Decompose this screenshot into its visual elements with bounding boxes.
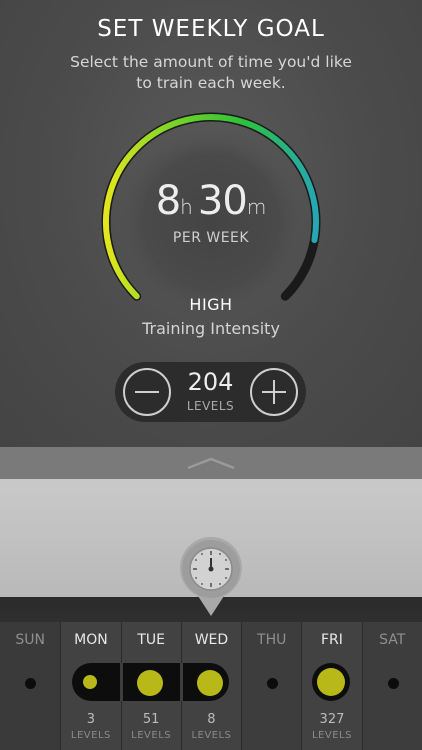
increase-button[interactable] <box>250 368 298 416</box>
goal-minutes-unit: m <box>246 195 267 219</box>
goal-minutes: 30 <box>197 178 248 224</box>
levels-stepper: 204 LEVELS <box>115 362 306 422</box>
day-level-count: 51 <box>142 712 160 727</box>
streak-divider <box>180 663 183 701</box>
day-level-unit: LEVELS <box>70 730 111 741</box>
day-thu[interactable]: THU <box>241 622 302 750</box>
clock-icon[interactable] <box>178 536 244 618</box>
tue-intensity-dot <box>137 670 163 696</box>
intensity-label: Training Intensity <box>142 319 280 338</box>
day-sat[interactable]: SAT <box>361 622 422 750</box>
intensity-value: HIGH <box>189 295 233 314</box>
page-subtitle: Select the amount of time you'd like to … <box>40 52 382 94</box>
day-empty-dot <box>25 678 36 689</box>
day-empty-dot <box>267 678 279 689</box>
goal-time: 8h 30m <box>0 178 422 224</box>
goal-hours-unit: h <box>180 195 193 219</box>
day-label: SUN <box>15 632 45 648</box>
wed-intensity-dot <box>197 670 223 696</box>
day-level-unit: LEVELS <box>131 730 172 741</box>
page-title: SET WEEKLY GOAL <box>97 16 325 42</box>
day-label: TUE <box>137 632 165 648</box>
day-level-count: 3 <box>86 712 96 727</box>
goal-period: PER WEEK <box>172 230 250 246</box>
day-label: FRI <box>321 632 343 648</box>
day-level-count: 327 <box>319 712 345 727</box>
day-empty-dot <box>387 678 399 689</box>
day-sun[interactable]: SUN <box>0 622 61 750</box>
subtitle-line-2: to train each week. <box>136 74 286 92</box>
day-level-unit: LEVELS <box>191 730 232 741</box>
day-label: THU <box>257 632 287 648</box>
mon-intensity-dot <box>83 675 97 689</box>
day-label: WED <box>194 632 229 648</box>
day-level-unit: LEVELS <box>311 730 352 741</box>
levels-value: 204 <box>187 368 234 396</box>
decrease-button[interactable] <box>123 368 171 416</box>
fri-intensity-dot <box>317 668 345 696</box>
day-label: MON <box>74 632 108 648</box>
streak-divider <box>120 663 123 701</box>
subtitle-line-1: Select the amount of time you'd like <box>70 53 352 71</box>
goal-hours: 8 <box>155 178 181 224</box>
day-label: SAT <box>379 632 406 648</box>
plus-icon <box>273 380 275 404</box>
minus-icon <box>135 391 159 393</box>
day-level-count: 8 <box>207 712 216 727</box>
levels-unit: LEVELS <box>186 399 235 413</box>
chevron-up-icon[interactable] <box>186 456 236 470</box>
